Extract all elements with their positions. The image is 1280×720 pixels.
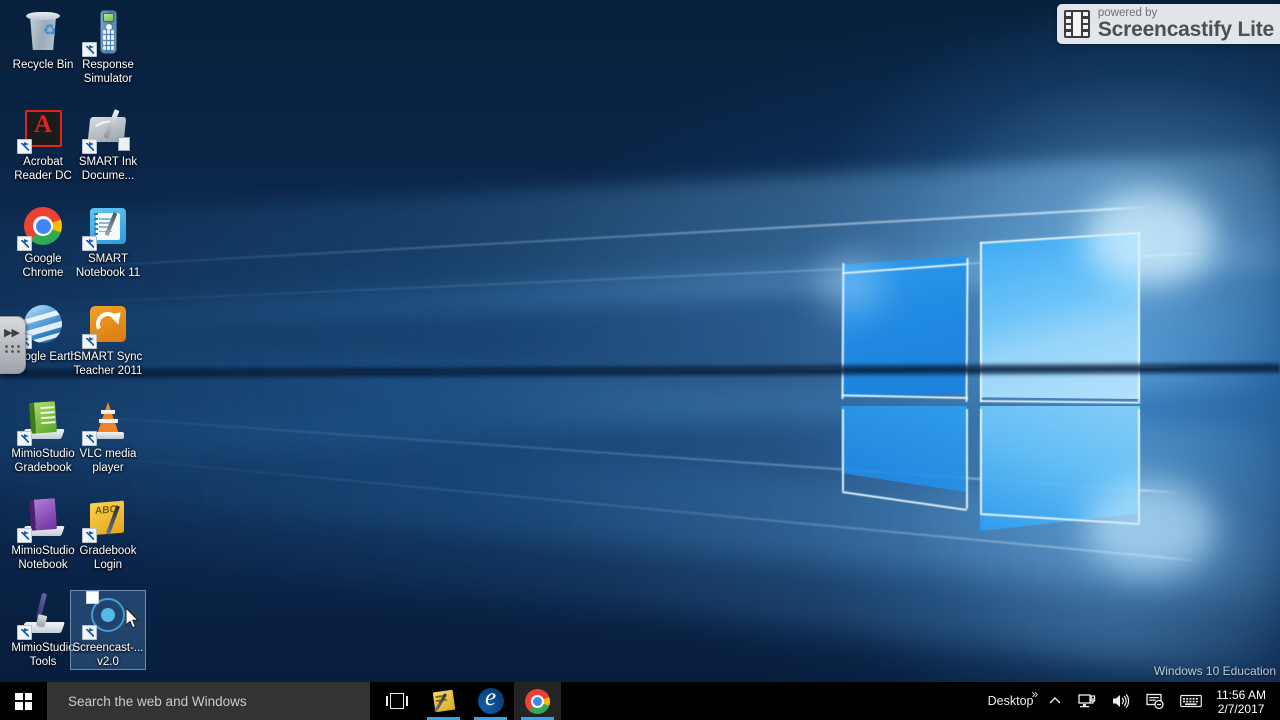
vlc-media-player-icon: [82, 397, 132, 446]
clock-date: 2/7/2017: [1217, 701, 1265, 716]
smart-ink-icon: [82, 105, 132, 154]
desktop-icon-label: MimioStudio Gradebook: [11, 448, 75, 474]
clock-button[interactable]: 11:56 AM 2/7/2017: [1210, 687, 1276, 716]
desktop-icon-label: Google Chrome: [22, 253, 64, 279]
taskbar-button-smart-ink[interactable]: [420, 682, 467, 720]
desktop-icon-response-simulator[interactable]: Response Simulator: [71, 8, 145, 86]
desktop-icon-acrobat-reader[interactable]: A Acrobat Reader DC: [6, 105, 80, 183]
toolbar-grip-dots-icon: [5, 345, 21, 353]
google-chrome-icon: [525, 688, 550, 714]
shortcut-overlay-icon: [17, 625, 32, 640]
task-view-icon: [385, 693, 408, 709]
desktop-icon-screencast-o-matic[interactable]: Screencast-... v2.0: [70, 590, 146, 670]
show-hidden-icons-button[interactable]: [1040, 682, 1070, 720]
desktop-icon-mimiostudio-tools[interactable]: MimioStudio Tools: [6, 591, 80, 669]
screencastify-watermark: powered by Screencastify Lite: [1056, 4, 1280, 44]
mimio-gradebook-icon: [17, 397, 67, 446]
desktop-icon-label: Recycle Bin: [12, 59, 74, 71]
desktop-icon-mimiostudio-gradebook[interactable]: MimioStudio Gradebook: [6, 397, 80, 475]
desktop-icon-label: VLC media player: [79, 448, 137, 474]
shortcut-overlay-icon: [17, 236, 32, 251]
taskbar: Search the web and Windows Desktop »: [0, 682, 1280, 720]
recycle-bin-icon: ♻: [19, 8, 67, 56]
start-button[interactable]: [0, 682, 47, 720]
mimio-tools-icon: [17, 591, 67, 640]
desktop-icon-label: MimioStudio Notebook: [11, 545, 75, 571]
gradebook-login-icon: ABC: [82, 494, 132, 543]
network-status-button[interactable]: [1070, 682, 1104, 720]
microsoft-edge-icon: [477, 688, 504, 714]
desktop-icon-label: Response Simulator: [82, 59, 134, 85]
google-earth-icon: [17, 300, 67, 349]
shortcut-overlay-icon: [82, 334, 97, 349]
task-view-button[interactable]: [373, 682, 420, 720]
taskbar-app-buttons: [373, 682, 561, 720]
search-input[interactable]: Search the web and Windows: [47, 682, 370, 720]
desktop-icon-label: SMART Ink Docume...: [78, 156, 138, 182]
windows-start-icon: [15, 692, 32, 710]
clock-time: 11:56 AM: [1216, 687, 1266, 702]
desktop-icon-grid: ♻ Recycle Bin Response Simulator A Acrob…: [0, 0, 1280, 682]
desktop-icon-label: Screencast-... v2.0: [72, 642, 144, 668]
desktop-icon-vlc-media-player[interactable]: VLC media player: [71, 397, 145, 475]
tray-desktop-label: Desktop: [987, 694, 1034, 708]
shortcut-overlay-icon: [17, 528, 32, 543]
shortcut-overlay-icon: [17, 431, 32, 446]
tray-overflow-chevron-icon: »: [1031, 687, 1039, 701]
desktop-icon-smart-ink-document[interactable]: SMART Ink Docume...: [71, 105, 145, 183]
shortcut-overlay-icon: [82, 42, 97, 57]
desktop-icon-recycle-bin[interactable]: ♻ Recycle Bin: [6, 8, 80, 73]
action-center-icon: [1146, 693, 1164, 709]
taskbar-button-google-chrome[interactable]: [514, 682, 561, 720]
action-center-button[interactable]: [1138, 682, 1172, 720]
shortcut-overlay-icon: [82, 431, 97, 446]
system-tray: Desktop » 11:56 AM 2/7/2017: [980, 682, 1280, 720]
touch-keyboard-icon: [1180, 694, 1203, 708]
chevron-up-icon: [1049, 697, 1061, 704]
touch-keyboard-button[interactable]: [1172, 682, 1210, 720]
shortcut-overlay-icon: [82, 528, 97, 543]
shortcut-overlay-icon: [82, 139, 97, 154]
watermark-product-name: Screencastify Lite: [1097, 18, 1274, 42]
desktop-icon-label: Gradebook Login: [79, 545, 137, 571]
desktop-icon-label: MimioStudio Tools: [11, 642, 75, 668]
volume-button[interactable]: [1104, 682, 1138, 720]
volume-icon: [1113, 693, 1130, 709]
tray-desktop-band[interactable]: Desktop »: [980, 682, 1041, 720]
response-simulator-icon: [82, 8, 132, 57]
desktop-icon-mimiostudio-notebook[interactable]: MimioStudio Notebook: [6, 494, 80, 572]
film-strip-icon: [1063, 10, 1090, 38]
google-chrome-icon: [17, 202, 67, 251]
desktop-icon-smart-sync-teacher[interactable]: SMART Sync Teacher 2011: [71, 300, 145, 378]
taskbar-button-microsoft-edge[interactable]: [467, 682, 514, 720]
expand-arrows-icon: ▶▶: [4, 327, 20, 339]
network-icon: [1078, 694, 1096, 708]
smart-notebook-icon: [82, 202, 132, 251]
mimio-notebook-icon: [17, 494, 67, 543]
shortcut-overlay-icon: [82, 236, 97, 251]
smart-sync-icon: [82, 300, 132, 349]
shortcut-overlay-icon: [82, 625, 97, 640]
sticky-note-icon: [430, 687, 457, 714]
floating-ink-toolbar-handle[interactable]: ▶▶: [0, 316, 26, 374]
acrobat-reader-icon: A: [17, 105, 67, 154]
desktop-icon-gradebook-login[interactable]: ABC Gradebook Login: [71, 494, 145, 572]
screencast-o-matic-icon: [82, 591, 132, 640]
desktop-icon-google-chrome[interactable]: Google Chrome: [6, 202, 80, 280]
desktop-icon-label: Acrobat Reader DC: [14, 156, 72, 182]
desktop-icon-label: SMART Notebook 11: [75, 253, 141, 279]
shortcut-overlay-icon: [17, 139, 32, 154]
search-placeholder: Search the web and Windows: [68, 693, 247, 709]
windows-edition-watermark: Windows 10 Education: [1153, 664, 1276, 678]
desktop-icon-label: SMART Sync Teacher 2011: [73, 351, 143, 377]
desktop-icon-smart-notebook[interactable]: SMART Notebook 11: [71, 202, 145, 280]
